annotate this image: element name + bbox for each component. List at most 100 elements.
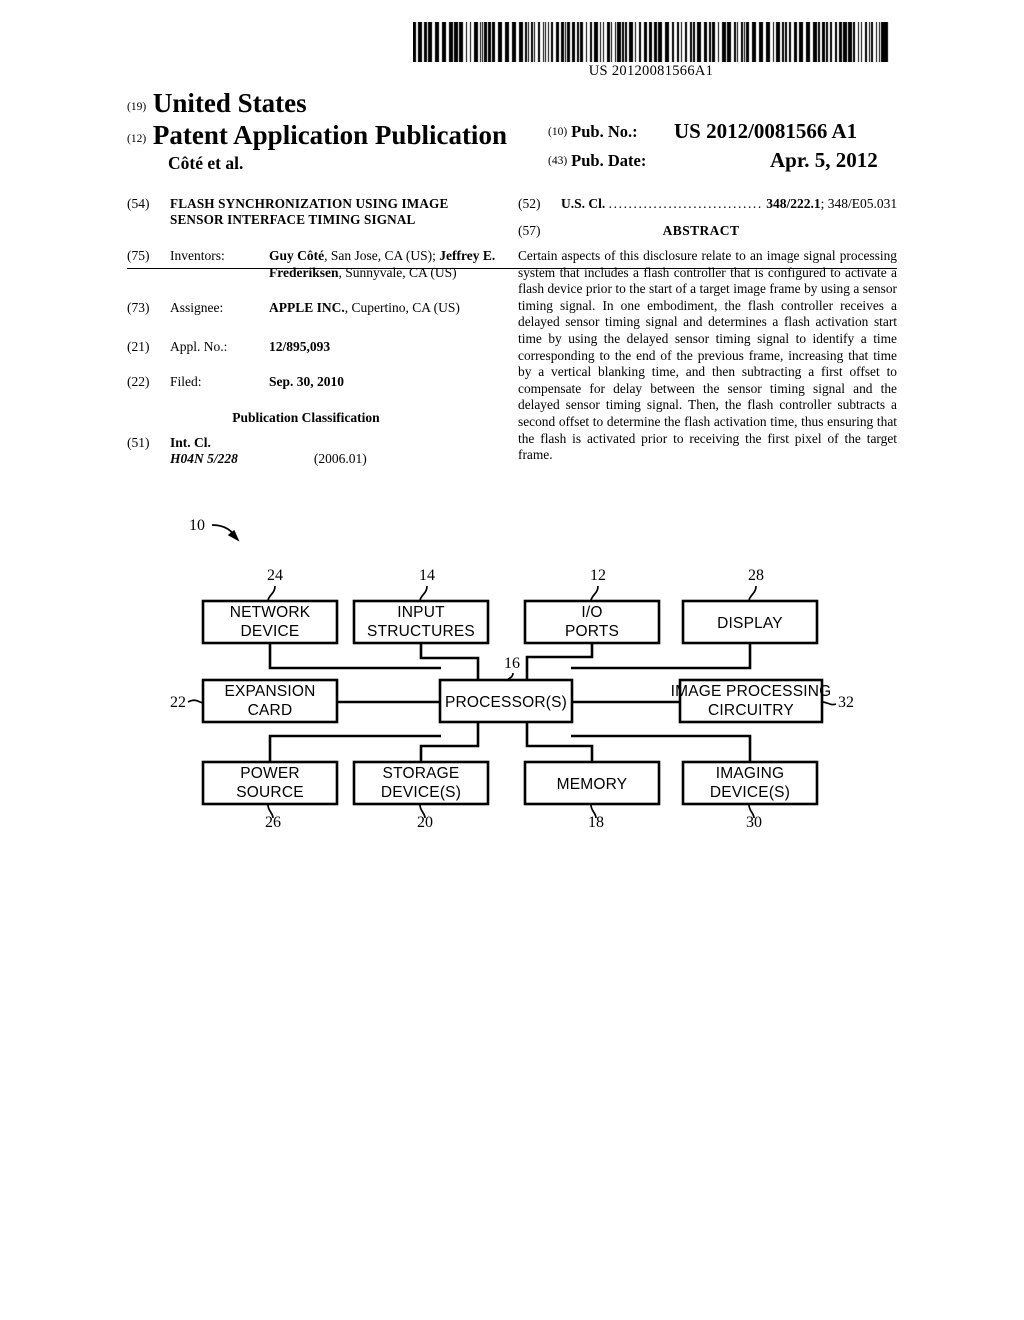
assignee-location: , Cupertino, CA (US) <box>344 300 460 315</box>
us-classification-line: U.S. Cl. ...............................… <box>561 196 897 212</box>
barcode-image <box>413 22 889 62</box>
block-imaging-devices-line1: IMAGING <box>716 765 785 782</box>
bibliographic-right-column: (52) U.S. Cl. ..........................… <box>518 196 897 464</box>
inventors-label: Inventors: <box>170 248 225 263</box>
figure-block-diagram: .bx { fill:#ffffff; stroke:#000000; stro… <box>0 500 1024 860</box>
assignee-name: APPLE INC. <box>269 300 345 315</box>
international-classification-body: Int. Cl. H04N 5/228 (2006.01) <box>170 435 499 468</box>
international-classification-code: H04N 5/228 <box>170 451 238 466</box>
barcode-number: US 20120081566A1 <box>588 63 714 79</box>
filing-date-field: (22) Filed: Sep. 30, 2010 <box>127 374 499 391</box>
assignee-value: APPLE INC., Cupertino, CA (US) <box>269 300 499 317</box>
code-19: (19) <box>127 100 147 113</box>
ref-22: 22 <box>170 694 186 711</box>
abstract-heading-field: (57) ABSTRACT <box>518 223 897 239</box>
block-imaging-devices-line2: DEVICE(S) <box>710 784 790 801</box>
application-number-field: (21) Appl. No.: 12/895,093 <box>127 339 499 356</box>
application-number-text: 12/895,093 <box>269 338 331 354</box>
assignee-field: (73) Assignee: APPLE INC., Cupertino, CA… <box>127 300 499 317</box>
block-storage-devices-line2: DEVICE(S) <box>381 784 461 801</box>
wire-storage-to-processor <box>419 722 480 762</box>
code-73: (73) <box>127 300 150 315</box>
publication-date-row: (43) Pub. Date: Apr. 5, 2012 <box>548 148 968 172</box>
international-classification-field: (51) Int. Cl. H04N 5/228 (2006.01) <box>127 435 499 468</box>
international-classification-version: (2006.01) <box>313 451 367 466</box>
code-54: (54) <box>127 196 150 211</box>
assignee-label: Assignee: <box>170 300 224 315</box>
publication-classification-heading: Publication Classification <box>232 409 380 425</box>
author-line: Côté et al. <box>168 153 244 173</box>
block-expansion-card-line2: CARD <box>248 702 293 719</box>
invention-title: FLASH SYNCHRONIZATION USING IMAGE SENSOR… <box>170 196 449 227</box>
block-expansion-card-line1: EXPANSION <box>224 683 315 700</box>
block-input-structures-line1: INPUT <box>397 604 445 621</box>
figure-reference-10: 10 <box>189 517 205 534</box>
country-line: (19) United States <box>127 88 307 119</box>
inventors-value: Guy Côté, San Jose, CA (US); Jeffrey E. … <box>269 248 499 281</box>
filing-date-value: Sep. 30, 2010 <box>269 374 499 391</box>
publication-number-row: (10) Pub. No.: US 2012/0081566 A1 <box>548 119 968 143</box>
code-22: (22) <box>127 374 150 389</box>
us-classification-label: U.S. Cl. <box>561 196 606 211</box>
us-classification-leader: ............................... <box>608 196 763 211</box>
us-classification-primary: 348/222.1 <box>766 196 821 211</box>
code-51: (51) <box>127 434 150 450</box>
code-75: (75) <box>127 248 150 263</box>
wire-input-to-processor <box>419 643 480 681</box>
barcode <box>413 22 889 62</box>
code-43: (43) <box>548 154 568 167</box>
application-number-value: 12/895,093 <box>269 339 499 356</box>
inventor-2-location: , Sunnyvale, CA (US) <box>338 264 457 280</box>
ref-28: 28 <box>748 567 764 584</box>
publication-date-label: Pub. Date: <box>571 151 647 170</box>
block-image-processing-line1: IMAGE PROCESSING <box>671 683 832 700</box>
block-processor-line1: PROCESSOR(S) <box>445 694 567 711</box>
inventor-1-name: Guy Côté <box>269 248 325 263</box>
block-io-ports-line1: I/O <box>581 604 602 621</box>
code-52: (52) <box>518 196 541 211</box>
ref-24: 24 <box>267 567 283 584</box>
doctype-name: Patent Application Publication <box>152 120 507 150</box>
wire-network-to-processor <box>268 643 441 670</box>
invention-title-field: (54) FLASH SYNCHRONIZATION USING IMAGE S… <box>127 196 499 228</box>
code-21: (21) <box>127 338 150 354</box>
block-io-ports-line2: PORTS <box>565 623 619 640</box>
block-network-device-line1: NETWORK <box>230 604 311 621</box>
block-display-line1: DISPLAY <box>717 615 783 632</box>
abstract-text: Certain aspects of this disclosure relat… <box>518 248 897 463</box>
publication-date-value: Apr. 5, 2012 <box>770 148 878 172</box>
wire-memory-to-processor <box>525 722 594 762</box>
block-image-processing-line2: CIRCUITRY <box>708 702 794 719</box>
ref-12: 12 <box>590 567 606 584</box>
block-storage-devices-line1: STORAGE <box>383 765 460 782</box>
international-classification-line: H04N 5/228 (2006.01) <box>170 451 499 468</box>
abstract-heading: ABSTRACT <box>662 223 740 238</box>
wire-ioports-to-processor <box>525 643 594 681</box>
block-input-structures-line2: STRUCTURES <box>367 623 475 640</box>
block-memory-line1: MEMORY <box>557 776 628 793</box>
doctype-line: (12) Patent Application Publication <box>127 120 507 151</box>
wire-power-to-processor <box>268 734 441 762</box>
us-classification-secondary: ; 348/E05.031 <box>820 196 898 211</box>
filing-date-text: Sep. 30, 2010 <box>269 374 345 389</box>
block-network-device-line2: DEVICE <box>241 623 300 640</box>
code-12: (12) <box>127 132 147 145</box>
bibliographic-left-column: (54) FLASH SYNCHRONIZATION USING IMAGE S… <box>127 196 499 468</box>
ref-14: 14 <box>419 567 435 584</box>
wire-imaging-to-processor <box>571 734 752 762</box>
publication-number-value: US 2012/0081566 A1 <box>674 119 858 143</box>
wire-display-to-processor <box>571 643 752 670</box>
country-name: United States <box>152 88 307 118</box>
inventor-1-location: , San Jose, CA (US); <box>324 248 436 263</box>
inventors-field: (75) Inventors: Guy Côté, San Jose, CA (… <box>127 248 499 281</box>
ref-16: 16 <box>504 655 520 672</box>
block-power-source-line1: POWER <box>240 765 300 782</box>
international-classification-label: Int. Cl. <box>170 434 211 450</box>
ref-32: 32 <box>838 694 854 711</box>
filing-date-label: Filed: <box>170 374 202 389</box>
code-57: (57) <box>518 223 541 238</box>
code-10: (10) <box>548 125 568 138</box>
block-power-source-line2: SOURCE <box>236 784 304 801</box>
us-classification-field: (52) U.S. Cl. ..........................… <box>518 196 897 212</box>
publication-number-label: Pub. No.: <box>571 122 638 141</box>
